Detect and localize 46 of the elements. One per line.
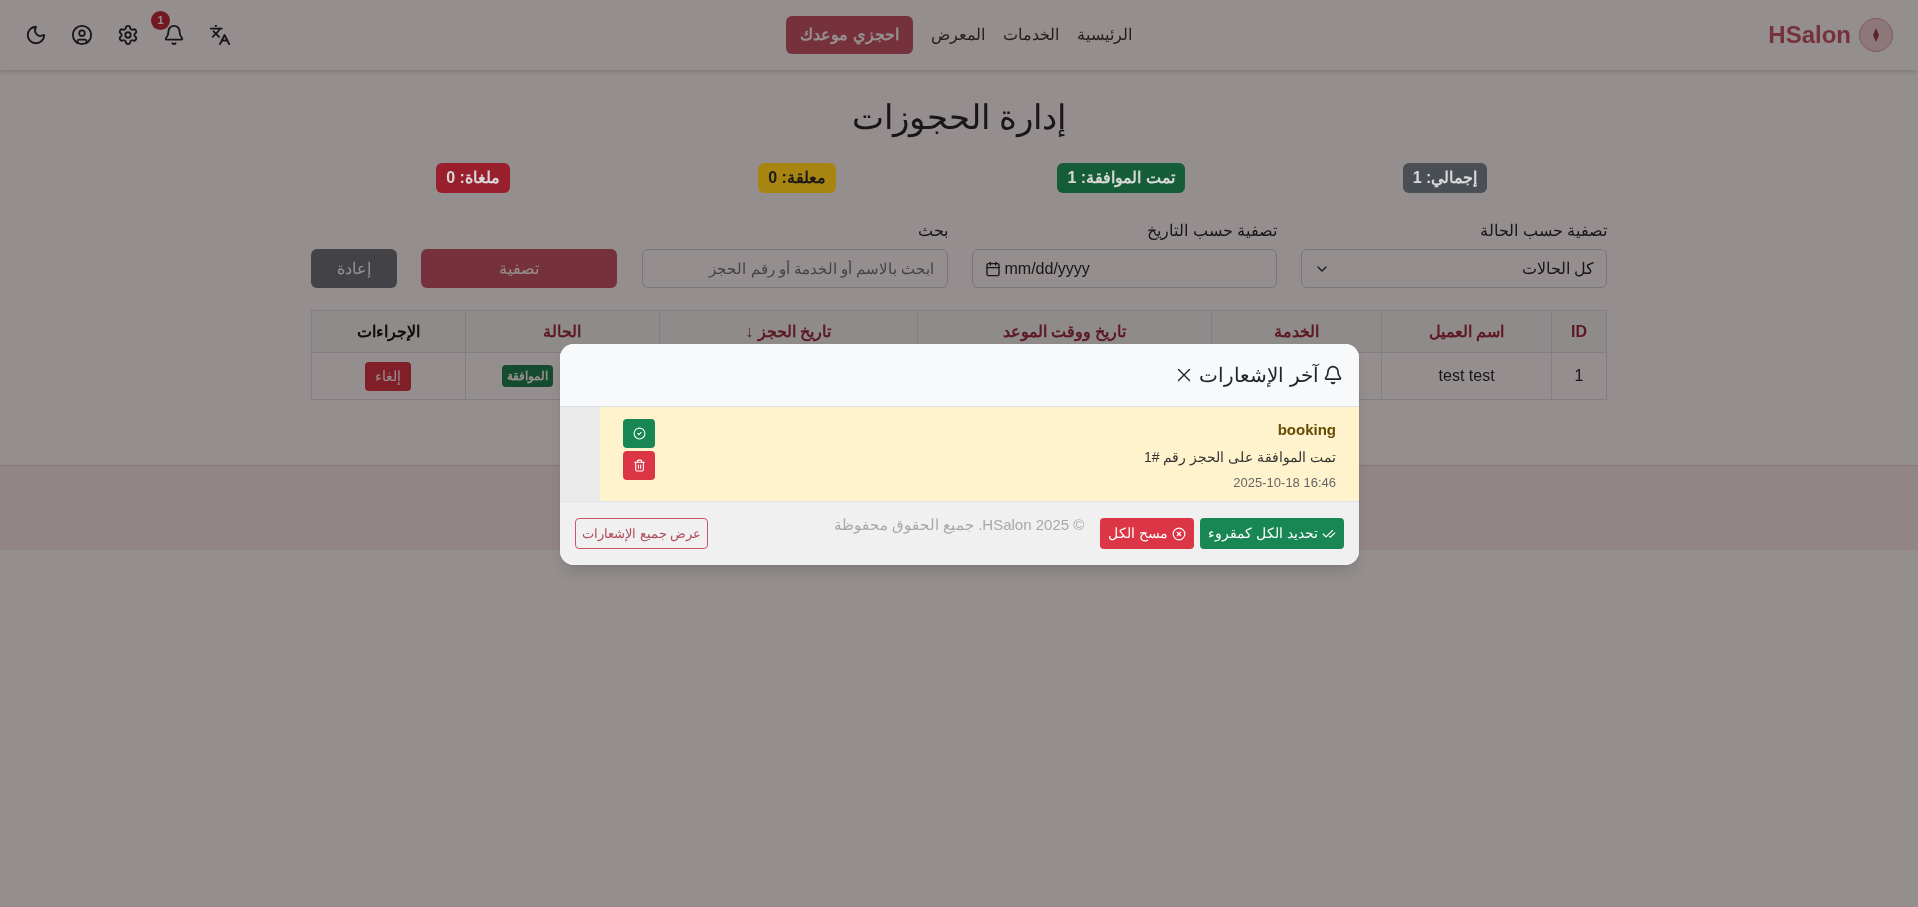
status-select[interactable]: كل الحالات	[1301, 249, 1607, 288]
moon-icon[interactable]	[25, 24, 47, 46]
x-circle-icon	[1172, 526, 1187, 541]
stat-badge: إجمالي: 1	[1402, 163, 1488, 193]
table-cell: test test	[1381, 352, 1552, 400]
column-header[interactable]: اسم العميل	[1381, 310, 1552, 353]
stat-badge: تمت الموافقة: 1	[1057, 163, 1185, 193]
calendar-icon	[984, 260, 1001, 277]
brand-name[interactable]: HSalon	[1768, 17, 1851, 53]
field-label: تصفية حسب التاريخ	[1146, 221, 1278, 242]
cancel-button[interactable]: إلغاء	[365, 361, 412, 391]
notification-title: booking	[1276, 420, 1336, 440]
notification-time: 2025-10-18 16:46	[1232, 473, 1336, 492]
user-icon[interactable]	[71, 24, 93, 46]
mark-all-read-button[interactable]: تحديد الكل كمقروء	[1200, 518, 1344, 549]
notification-count: 1	[151, 11, 170, 30]
bell-icon	[1323, 365, 1343, 385]
column-header[interactable]: الإجراءات	[311, 310, 466, 353]
reset-button[interactable]: إعادة	[311, 249, 397, 288]
copyright-text: © HSalon 2025. جميع الحقوق محفوظة	[833, 514, 1085, 536]
book-appointment-button[interactable]: احجزي موعدك	[786, 16, 913, 54]
nav-link[interactable]: المعرض	[930, 23, 985, 47]
stat-badge: معلقة: 0	[758, 163, 836, 193]
nav-link[interactable]: الرئيسية	[1076, 23, 1132, 47]
clear-all-button[interactable]: مسح الكل	[1100, 518, 1195, 549]
status-badge: الموافقة	[501, 365, 553, 387]
bell-icon[interactable]	[163, 24, 185, 46]
field-label: تصفية حسب الحالة	[1479, 221, 1607, 241]
column-header[interactable]: ID	[1551, 310, 1607, 353]
notification-message: تمت الموافقة على الحجز رقم #1	[1143, 447, 1336, 468]
filter-button[interactable]: تصفية	[420, 249, 617, 288]
logo-icon	[1859, 18, 1893, 52]
translate-icon[interactable]	[209, 24, 231, 46]
field-label: بحث	[916, 221, 948, 241]
delete-button[interactable]	[623, 451, 655, 480]
trash-icon	[632, 459, 646, 472]
table-cell: 1	[1551, 352, 1607, 400]
modal-title: آخر الإشعارات	[1199, 363, 1319, 389]
page-title: إدارة الحجوزات	[850, 97, 1068, 140]
mark-read-button[interactable]	[623, 419, 655, 448]
check-circle-icon	[632, 427, 646, 440]
settings-icon[interactable]	[117, 24, 139, 46]
stat-badge: ملغاة: 0	[436, 163, 510, 193]
nav-link[interactable]: الخدمات	[1002, 23, 1059, 47]
view-all-button[interactable]: عرض جميع الإشعارات	[575, 518, 709, 549]
date-field[interactable]: mm/dd/yyyy	[971, 249, 1278, 288]
